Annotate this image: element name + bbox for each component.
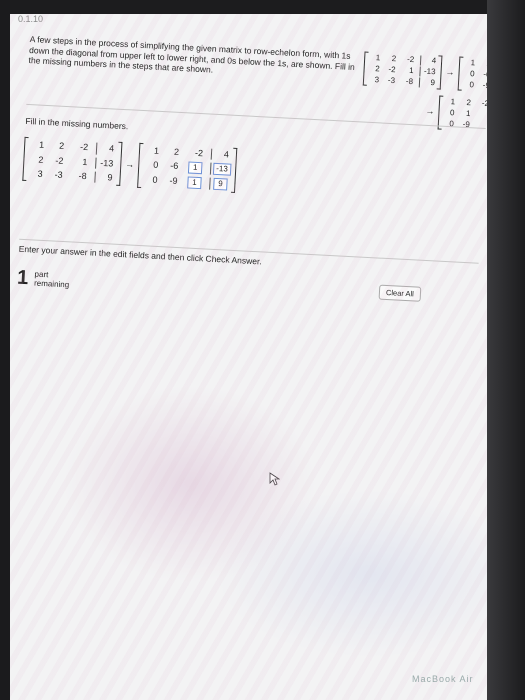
device-brand: MacBook Air xyxy=(412,674,474,684)
work-matrix-2: 1 2 -2 4 0 -6 1 -13 0 -9 1 9 xyxy=(137,143,237,193)
answer-input-r3c3[interactable]: 1 xyxy=(187,176,202,190)
question-prompt: A few steps in the process of simplifyin… xyxy=(28,34,356,75)
arrow-icon: → xyxy=(125,158,135,170)
chain-matrix-2: 12-24 0-6 0-9 xyxy=(458,57,487,95)
clear-all-button[interactable]: Clear All xyxy=(378,284,422,303)
chain-matrix-1: 1 2 -2 4 2 -2 1 -13 3 -3 -8 9 xyxy=(363,52,443,90)
screen-bezel-top xyxy=(0,0,525,14)
answer-input-r2c4[interactable]: -13 xyxy=(212,162,232,176)
question-number: 0.1.10 xyxy=(18,14,44,24)
screen-bezel-right xyxy=(487,0,525,700)
part-indicator: 1 part remaining xyxy=(17,266,71,294)
part-number: 1 xyxy=(16,266,29,290)
answer-input-r3c4[interactable]: 9 xyxy=(213,177,228,191)
work-matrix-1: 1 2 -2 4 2 -2 1 -13 3 -3 -8 9 xyxy=(22,137,122,186)
question-content: A few steps in the process of simplifyin… xyxy=(17,34,487,303)
entry-instruction: Enter your answer in the edit fields and… xyxy=(18,243,263,267)
pointer-cursor-icon xyxy=(269,472,280,486)
arrow-icon: → xyxy=(425,106,435,117)
screen-bezel-left xyxy=(0,0,10,700)
arrow-icon: → xyxy=(445,67,455,78)
answer-input-r2c3[interactable]: 1 xyxy=(187,161,203,175)
screen: 0.1.10 A few steps in the process of sim… xyxy=(10,14,487,700)
part-remaining-label: remaining xyxy=(33,278,70,289)
